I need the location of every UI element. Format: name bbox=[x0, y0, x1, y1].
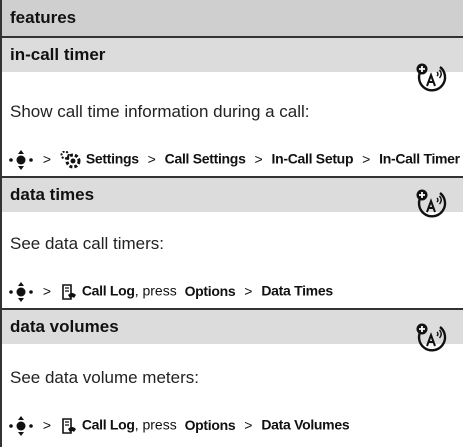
nav-key-icon bbox=[9, 150, 33, 170]
path-separator: > bbox=[42, 416, 52, 433]
path-step: Call Log bbox=[81, 416, 135, 433]
network-feature-icon bbox=[416, 323, 447, 352]
network-feature-icon bbox=[416, 189, 447, 218]
path-step: Call Log bbox=[81, 282, 135, 299]
nav-key-icon bbox=[9, 416, 33, 436]
path-step: Options bbox=[184, 416, 236, 433]
path-step: Data Volumes bbox=[261, 416, 350, 433]
menu-path: > Settings > Call Settings > In-Call Set… bbox=[8, 150, 460, 170]
path-separator: > bbox=[147, 150, 156, 167]
path-step: In-Call Timer bbox=[379, 150, 460, 167]
section-title-row: data volumes bbox=[2, 310, 463, 344]
path-separator: > bbox=[42, 150, 52, 167]
path-press-text: , press bbox=[134, 416, 177, 433]
path-separator: > bbox=[244, 282, 253, 299]
path-separator: > bbox=[244, 416, 253, 433]
menu-path: > Call Log, press Options > Data Times bbox=[8, 282, 333, 302]
path-step: Options bbox=[184, 282, 236, 299]
section-description: See data volume meters: bbox=[10, 368, 199, 387]
section-title-row: data times bbox=[2, 178, 463, 212]
features-table: features in-call timer Show call time in… bbox=[0, 0, 463, 447]
section-title: in-call timer bbox=[10, 45, 106, 64]
section-title-row: in-call timer bbox=[2, 38, 463, 72]
call-log-icon bbox=[62, 418, 76, 434]
header-title: features bbox=[10, 8, 77, 27]
table-header: features bbox=[2, 0, 463, 38]
path-step: Data Times bbox=[261, 282, 333, 299]
path-separator: > bbox=[362, 150, 371, 167]
settings-icon bbox=[60, 151, 81, 169]
network-feature-icon bbox=[416, 63, 447, 92]
nav-key-icon bbox=[9, 282, 33, 302]
path-press-text: , press bbox=[134, 282, 177, 299]
menu-path: > Call Log, press Options > Data Volumes bbox=[8, 416, 350, 436]
section-title: data volumes bbox=[10, 317, 119, 336]
path-step: In-Call Setup bbox=[271, 150, 354, 167]
section-description: See data call timers: bbox=[10, 234, 165, 253]
path-separator: > bbox=[254, 150, 263, 167]
call-log-icon bbox=[62, 284, 76, 300]
path-step: Settings bbox=[85, 150, 139, 167]
section-title: data times bbox=[10, 185, 95, 204]
section-description: Show call time information during a call… bbox=[10, 102, 310, 121]
path-step: Call Settings bbox=[164, 150, 246, 167]
path-separator: > bbox=[42, 282, 52, 299]
